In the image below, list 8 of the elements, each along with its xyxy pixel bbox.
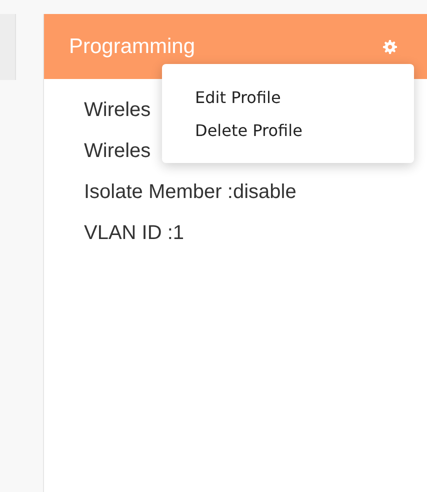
menu-item[interactable]: Delete Profile — [195, 120, 302, 140]
profile-detail: Isolate Member :disable — [84, 181, 298, 204]
profile-detail: VLAN ID :1 — [84, 222, 186, 245]
profile-detail: Wireles — [84, 140, 152, 163]
card-title: Programming — [69, 34, 196, 58]
menu-item[interactable]: Edit Profile — [195, 88, 281, 106]
profile-detail: Wireles — [84, 99, 152, 122]
settings-icon[interactable] — [383, 40, 397, 54]
